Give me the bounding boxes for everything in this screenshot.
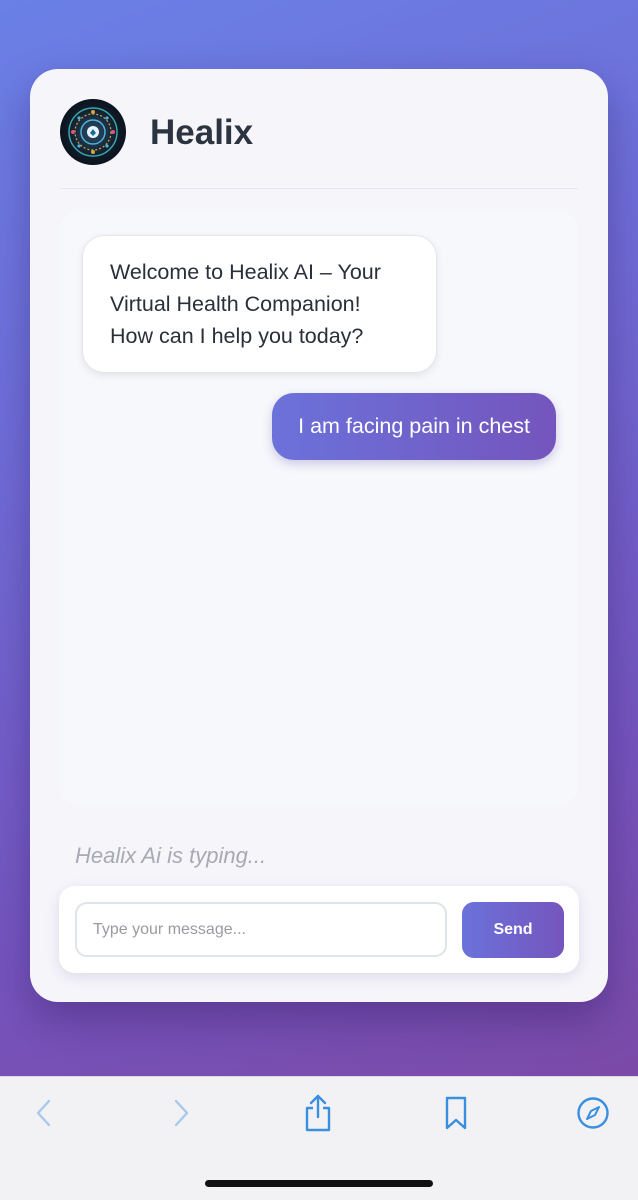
compass-icon bbox=[577, 1097, 609, 1129]
page-background: Healix Welcome to Healix AI – Your Virtu… bbox=[0, 0, 638, 1076]
chat-header: Healix bbox=[60, 99, 578, 189]
forward-button[interactable] bbox=[161, 1093, 201, 1133]
bookmarks-button[interactable] bbox=[436, 1093, 476, 1133]
bookmarks-icon bbox=[445, 1096, 467, 1130]
send-button[interactable]: Send bbox=[462, 902, 564, 958]
message-list[interactable]: Welcome to Healix AI – Your Virtual Heal… bbox=[60, 211, 578, 804]
tabs-compass-button[interactable] bbox=[573, 1093, 613, 1133]
message-composer: Send bbox=[59, 886, 579, 973]
chat-card: Healix Welcome to Healix AI – Your Virtu… bbox=[30, 69, 608, 1002]
healix-logo-icon bbox=[68, 107, 118, 157]
user-message-bubble: I am facing pain in chest bbox=[272, 393, 556, 460]
message-input[interactable] bbox=[75, 902, 447, 957]
back-button[interactable] bbox=[24, 1093, 64, 1133]
healix-logo-avatar bbox=[60, 99, 126, 165]
forward-icon bbox=[174, 1099, 189, 1127]
back-icon bbox=[36, 1099, 51, 1127]
share-button[interactable] bbox=[298, 1093, 338, 1133]
bot-message-bubble: Welcome to Healix AI – Your Virtual Heal… bbox=[82, 235, 437, 373]
share-icon bbox=[305, 1094, 331, 1132]
home-indicator bbox=[205, 1180, 433, 1187]
typing-indicator: Healix Ai is typing... bbox=[75, 843, 267, 868]
app-title: Healix bbox=[150, 113, 254, 152]
